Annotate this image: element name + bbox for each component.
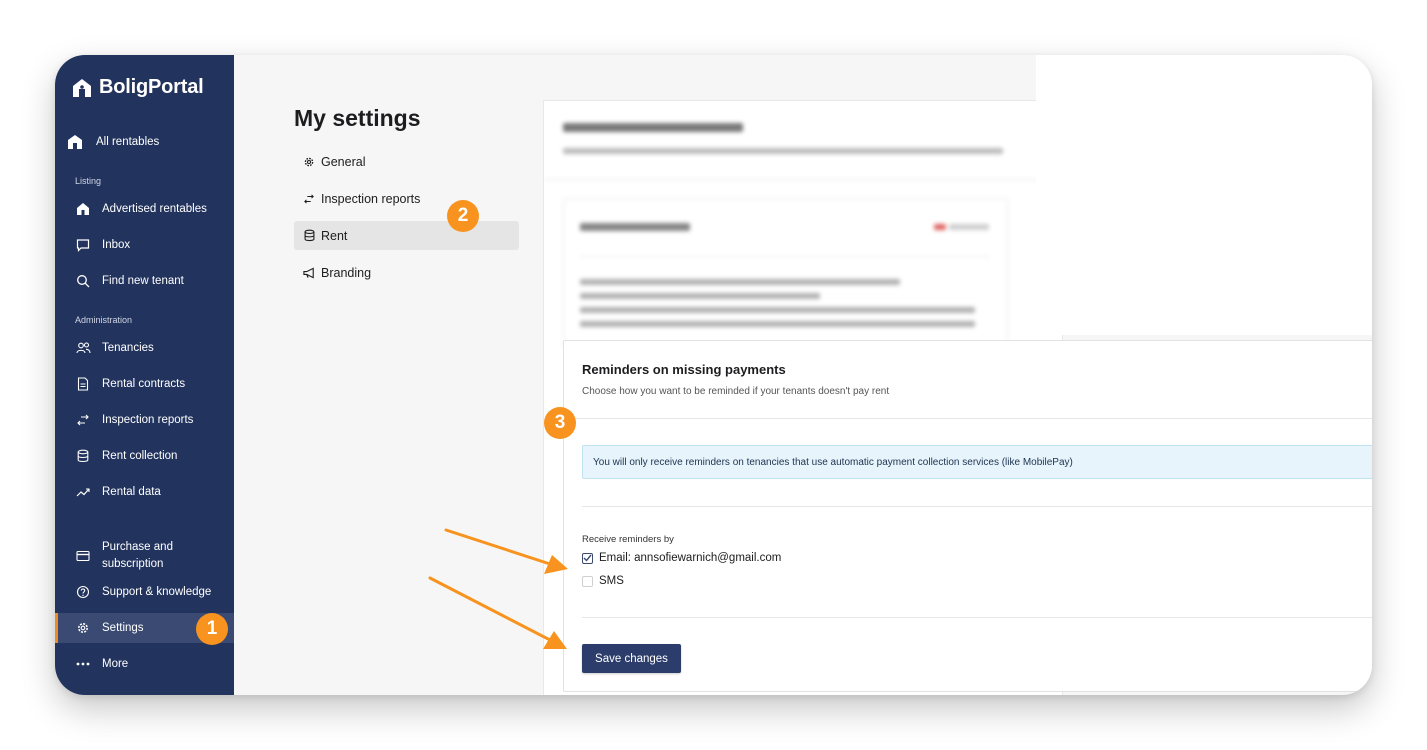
annotation-arrows	[428, 528, 568, 649]
arrow-to-email-checkbox	[444, 528, 568, 574]
app-window: BoligPortal All rentables Listing Advert…	[55, 55, 1372, 695]
arrow-to-save-button	[428, 576, 567, 649]
